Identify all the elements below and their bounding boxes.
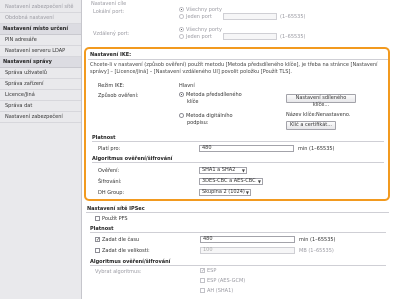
specify-by-size-checkbox[interactable] [95, 248, 100, 253]
encryption-value: 3DES-CBC a AES-CBC [202, 178, 256, 184]
specify-by-time-option[interactable]: ✓ Zadat dle času [95, 237, 139, 243]
select-algorithm-label: Vybrat algoritmus: [95, 269, 142, 275]
remote-port-all-radio[interactable] [179, 27, 184, 32]
local-port-all-option[interactable]: Všechny porty [179, 7, 222, 13]
ike-description: Chcete-li v nastavení (způsob ověření) p… [90, 62, 378, 75]
sidebar-heading-management: Nastavení správy [0, 57, 81, 68]
sidebar-heading-destination: Nastavení místo určení [0, 24, 81, 35]
destination-settings-title: Nastavení cíle [91, 1, 127, 7]
remote-port-input[interactable] [223, 33, 277, 40]
sidebar-item-data-management[interactable]: Správa dat [0, 101, 81, 112]
verification-label: Ověření: [98, 168, 120, 174]
dh-group-value: Skupina 2 (1024) [202, 189, 245, 195]
specify-by-time-label: Zadat dle času [102, 237, 140, 243]
chevron-down-icon: ▼ [245, 190, 249, 195]
remote-port-all-label: Všechny porty [186, 27, 222, 33]
key-name-value: Nenastaveno. [316, 112, 351, 118]
sidebar-item-ldap-server[interactable]: Nastavení serveru LDAP [0, 46, 81, 57]
sidebar-item-device-management[interactable]: Správa zařízení [0, 79, 81, 90]
dh-group-select[interactable]: Skupina 2 (1024) ▼ [199, 189, 251, 196]
sidebar-item-network-security[interactable]: Nastavení zabezpečení sítě [0, 2, 81, 13]
shared-key-settings-button[interactable]: Nastavení sdíleného klíče... [286, 94, 356, 108]
algorithm-esp-checkbox[interactable]: ✓ [200, 268, 205, 274]
main-panel: Nastavení cíle Lokální port: Všechny por… [83, 0, 401, 299]
auth-psk-label-cont: klíče [187, 99, 199, 105]
valid-for-input[interactable]: 480 [199, 145, 294, 152]
algorithm-esp-gcm-option[interactable]: ESP (AES-GCM) [200, 278, 245, 284]
ike-settings-section: Nastavení IKE: Chcete-li v nastavení (zp… [84, 47, 390, 201]
algorithm-esp-gcm-checkbox[interactable] [200, 278, 205, 283]
ike-validity-divider [92, 141, 384, 142]
verification-value: SHA1 a SHA2 [202, 167, 236, 173]
size-input[interactable]: 100 [200, 247, 295, 254]
key-certificate-button[interactable]: Klíč a certifikát... [286, 121, 336, 130]
algorithm-ah-label: AH (SHA1) [207, 288, 234, 294]
valid-for-unit: min (1–65535) [298, 146, 335, 152]
local-port-input[interactable] [223, 13, 277, 20]
encryption-select[interactable]: 3DES-CBC a AES-CBC ▼ [199, 178, 263, 185]
sidebar-item-license-other[interactable]: Licence/Jiná [0, 90, 81, 101]
chevron-down-icon: ▼ [241, 168, 245, 173]
sidebar-item-similar-settings[interactable]: Obdobná nastavení [0, 13, 81, 24]
remote-port-label: Vzdálený port: [93, 31, 130, 37]
remote-port-all-option[interactable]: Všechny porty [179, 27, 222, 33]
use-pfs-checkbox[interactable] [95, 216, 100, 221]
size-unit: MB (1–65535) [299, 248, 334, 254]
local-port-single-option[interactable]: Jeden port [179, 14, 212, 20]
auth-digital-signature-option[interactable]: Metoda digitálního [179, 113, 233, 119]
ike-mode-label: Režim IKE: [98, 83, 125, 89]
ike-settings-title: Nastavení IKE: [90, 52, 132, 58]
local-port-range: (1–65535) [280, 14, 306, 20]
verification-select[interactable]: SHA1 a SHA2 ▼ [199, 167, 247, 174]
remote-port-range: (1–65535) [280, 34, 306, 40]
sidebar-item-address-pin[interactable]: PIN adresáře [0, 35, 81, 46]
sidebar-item-user-management[interactable]: Správa uživatelů [0, 68, 81, 79]
specify-by-time-checkbox[interactable]: ✓ [95, 237, 100, 243]
chevron-down-icon: ▼ [257, 179, 261, 184]
sidebar-item-security-settings[interactable]: Nastavení zabezpečení [0, 112, 81, 123]
ipsec-validity-divider [90, 232, 386, 233]
algorithm-esp-gcm-label: ESP (AES-GCM) [207, 278, 246, 284]
local-port-single-radio[interactable] [179, 14, 184, 19]
local-port-all-label: Všechny porty [186, 7, 222, 13]
use-pfs-option[interactable]: Použít PFS [95, 216, 128, 222]
valid-for-label: Platí pro: [98, 146, 121, 152]
ike-algorithm-divider [92, 162, 384, 163]
ike-title-divider [88, 59, 388, 60]
ipsec-title-divider [86, 212, 389, 213]
auth-psk-option[interactable]: Metoda předsdíleného [179, 92, 242, 98]
specify-by-size-label: Zadat dle velikosti: [102, 248, 150, 254]
local-port-all-radio[interactable] [179, 7, 184, 12]
auth-digital-signature-label: Metoda digitálního [186, 113, 233, 119]
time-unit: min (1–65535) [299, 237, 336, 243]
auth-digital-signature-radio[interactable] [179, 113, 184, 118]
encryption-label: Šifrování: [98, 179, 122, 185]
remote-port-single-option[interactable]: Jeden port [179, 34, 212, 40]
local-port-label: Lokální port: [93, 9, 125, 15]
sidebar-nav: Nastavení zabezpečení sítě Obdobná nasta… [0, 0, 82, 299]
auth-psk-label: Metoda předsdíleného [186, 92, 242, 98]
specify-by-size-option[interactable]: Zadat dle velikosti: [95, 248, 150, 254]
auth-digital-signature-label-cont: podpisu: [187, 120, 209, 126]
ike-mode-value: Hlavní [179, 83, 195, 89]
algorithm-ah-checkbox[interactable] [200, 288, 205, 293]
auth-psk-radio[interactable] [179, 92, 184, 97]
time-input[interactable]: 480 [200, 236, 295, 243]
remote-port-single-radio[interactable] [179, 34, 184, 39]
key-name-label: Název klíče: [286, 112, 317, 118]
algorithm-ah-option[interactable]: AH (SHA1) [200, 288, 233, 294]
remote-port-single-label: Jeden port [186, 34, 212, 40]
algorithm-esp-label: ESP [207, 268, 217, 274]
local-port-single-label: Jeden port [186, 14, 212, 20]
dh-group-label: DH Group: [98, 190, 125, 196]
use-pfs-label: Použít PFS [102, 216, 128, 222]
auth-method-label: Způsob ověření: [98, 93, 139, 99]
algorithm-esp-option[interactable]: ✓ ESP [200, 268, 216, 274]
ipsec-algorithm-divider [90, 265, 386, 266]
